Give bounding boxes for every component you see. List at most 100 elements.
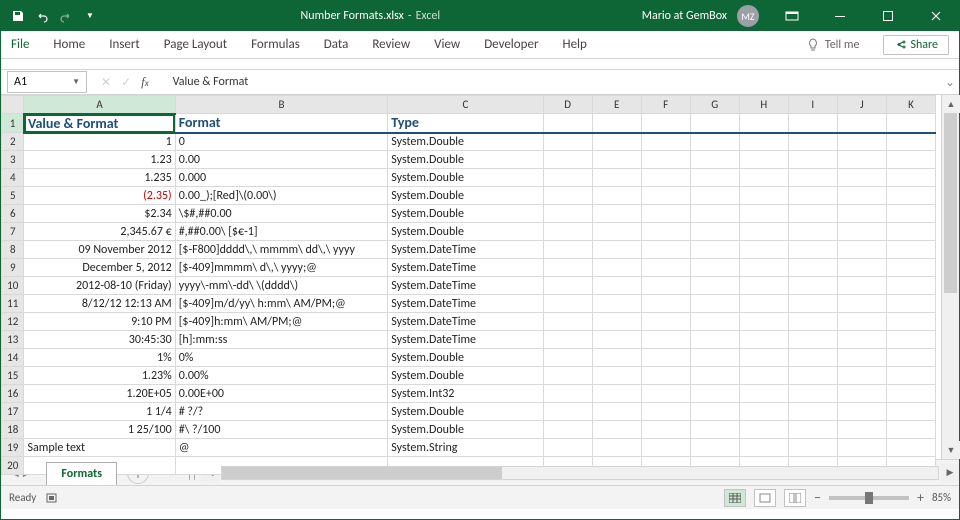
row-header-5[interactable]: 5 [2, 187, 24, 205]
cell-D4[interactable] [543, 169, 592, 187]
cell-A15[interactable]: 1.23% [24, 367, 175, 385]
cell-J15[interactable] [837, 367, 886, 385]
cell-K9[interactable] [886, 259, 935, 277]
cell-I4[interactable] [788, 169, 837, 187]
cell-F5[interactable] [641, 187, 690, 205]
cell-C14[interactable]: System.Double [388, 349, 543, 367]
cell-E15[interactable] [592, 367, 641, 385]
formula-input[interactable]: Value & Format [163, 75, 941, 89]
cell-K14[interactable] [886, 349, 935, 367]
cell-E12[interactable] [592, 313, 641, 331]
cell-H16[interactable] [739, 385, 788, 403]
cell-K11[interactable] [886, 295, 935, 313]
row-header-3[interactable]: 3 [2, 151, 24, 169]
cell-H1[interactable] [739, 114, 788, 133]
cell-J7[interactable] [837, 223, 886, 241]
cell-H3[interactable] [739, 151, 788, 169]
cell-D14[interactable] [543, 349, 592, 367]
zoom-level[interactable]: 85% [932, 491, 951, 504]
cell-B3[interactable]: 0.00 [175, 151, 388, 169]
cell-G4[interactable] [690, 169, 739, 187]
cell-D6[interactable] [543, 205, 592, 223]
cell-B5[interactable]: 0.00_);[Red]\(0.00\) [175, 187, 388, 205]
cell-D1[interactable] [543, 114, 592, 133]
expand-formula-bar-icon[interactable]: ⌄ [941, 75, 959, 90]
cell-K16[interactable] [886, 385, 935, 403]
cell-K17[interactable] [886, 403, 935, 421]
cell-K7[interactable] [886, 223, 935, 241]
cell-G14[interactable] [690, 349, 739, 367]
cell-D11[interactable] [543, 295, 592, 313]
cell-D13[interactable] [543, 331, 592, 349]
cell-A2[interactable]: 1 [24, 133, 175, 151]
cell-B19[interactable]: @ [175, 439, 388, 457]
cell-J4[interactable] [837, 169, 886, 187]
row-header-17[interactable]: 17 [2, 403, 24, 421]
cell-A18[interactable]: 1 25/100 [24, 421, 175, 439]
cell-J2[interactable] [837, 133, 886, 151]
cell-A16[interactable]: 1.20E+05 [24, 385, 175, 403]
cell-C5[interactable]: System.Double [388, 187, 543, 205]
row-header-18[interactable]: 18 [2, 421, 24, 439]
cell-F16[interactable] [641, 385, 690, 403]
row-header-9[interactable]: 9 [2, 259, 24, 277]
col-header-A[interactable]: A [24, 96, 175, 114]
cell-A4[interactable]: 1.235 [24, 169, 175, 187]
cell-A3[interactable]: 1.23 [24, 151, 175, 169]
cell-I16[interactable] [788, 385, 837, 403]
col-header-F[interactable]: F [641, 96, 690, 114]
cell-G16[interactable] [690, 385, 739, 403]
cell-I19[interactable] [788, 439, 837, 457]
row-header-6[interactable]: 6 [2, 205, 24, 223]
cell-H15[interactable] [739, 367, 788, 385]
vertical-scrollbar[interactable]: ▲ ▼ [941, 95, 959, 459]
name-box[interactable]: A1▼ [7, 71, 87, 93]
tell-me[interactable]: Tell me [807, 38, 860, 52]
cell-K5[interactable] [886, 187, 935, 205]
cell-A6[interactable]: $2.34 [24, 205, 175, 223]
cell-C6[interactable]: System.Double [388, 205, 543, 223]
cell-B1[interactable]: Format [175, 114, 388, 133]
cell-K4[interactable] [886, 169, 935, 187]
save-icon[interactable] [9, 7, 27, 25]
cell-D12[interactable] [543, 313, 592, 331]
cell-G5[interactable] [690, 187, 739, 205]
cell-H2[interactable] [739, 133, 788, 151]
cell-C15[interactable]: System.Double [388, 367, 543, 385]
cell-H7[interactable] [739, 223, 788, 241]
cell-B16[interactable]: 0.00E+00 [175, 385, 388, 403]
tab-developer[interactable]: Developer [484, 37, 538, 52]
cell-D7[interactable] [543, 223, 592, 241]
cell-K10[interactable] [886, 277, 935, 295]
cell-C8[interactable]: System.DateTime [388, 241, 543, 259]
cell-F12[interactable] [641, 313, 690, 331]
cell-I9[interactable] [788, 259, 837, 277]
cell-B4[interactable]: 0.000 [175, 169, 388, 187]
cell-F14[interactable] [641, 349, 690, 367]
cell-H14[interactable] [739, 349, 788, 367]
row-header-15[interactable]: 15 [2, 367, 24, 385]
cell-I8[interactable] [788, 241, 837, 259]
cell-G13[interactable] [690, 331, 739, 349]
cell-A1[interactable]: Value & Format [24, 114, 175, 133]
cell-J3[interactable] [837, 151, 886, 169]
cell-G10[interactable] [690, 277, 739, 295]
cell-D15[interactable] [543, 367, 592, 385]
cell-I15[interactable] [788, 367, 837, 385]
cell-F2[interactable] [641, 133, 690, 151]
cell-C17[interactable]: System.Double [388, 403, 543, 421]
cell-J17[interactable] [837, 403, 886, 421]
cell-D5[interactable] [543, 187, 592, 205]
cell-B10[interactable]: yyyy\-mm\-dd\ \(dddd\) [175, 277, 388, 295]
cell-D3[interactable] [543, 151, 592, 169]
cell-K19[interactable] [886, 439, 935, 457]
cell-B6[interactable]: \$#,##0.00 [175, 205, 388, 223]
cell-A13[interactable]: 30:45:30 [24, 331, 175, 349]
cell-H5[interactable] [739, 187, 788, 205]
cell-E9[interactable] [592, 259, 641, 277]
cell-J8[interactable] [837, 241, 886, 259]
cell-H9[interactable] [739, 259, 788, 277]
tab-review[interactable]: Review [372, 37, 410, 52]
cell-D17[interactable] [543, 403, 592, 421]
cell-I3[interactable] [788, 151, 837, 169]
